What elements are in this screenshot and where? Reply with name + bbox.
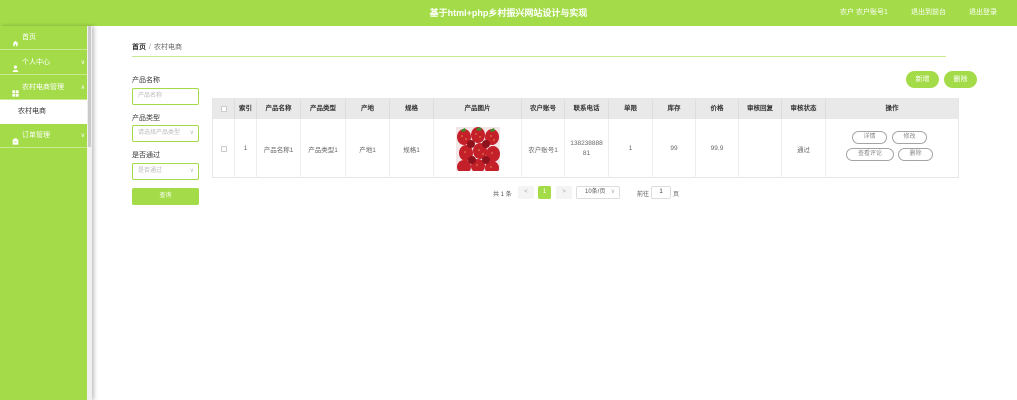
breadcrumb-home[interactable]: 首页 xyxy=(132,44,146,51)
page-size-value: 10条/页 xyxy=(585,189,606,195)
column-header: 产品图片 xyxy=(434,99,522,119)
chevron-down-icon: ∨ xyxy=(189,168,194,174)
detail-button[interactable]: 详情 xyxy=(852,131,887,144)
pass-status-placeholder: 是否通过 xyxy=(138,168,163,174)
prev-page-button[interactable]: < xyxy=(518,186,534,199)
chevron-down-icon: ∨ xyxy=(80,133,85,139)
sidebar-item-label: 个人中心 xyxy=(22,59,50,66)
column-header: 规格 xyxy=(390,99,434,119)
sidebar-item-profile[interactable]: 个人中心 ∨ xyxy=(0,51,92,75)
product-type-placeholder: 请选择产品类型 xyxy=(138,130,181,136)
next-page-button[interactable]: > xyxy=(556,186,572,199)
query-button[interactable]: 查询 xyxy=(132,188,199,205)
top-header: 基于html+php乡村振兴网站设计与实现 农户 农户账号1 退出到前台 退出登… xyxy=(0,0,1017,26)
chevron-down-icon: ∨ xyxy=(80,60,85,66)
cell-farmer: 农户账号1 xyxy=(522,119,565,178)
user-icon xyxy=(12,59,19,72)
sidebar-item-label: 首页 xyxy=(22,34,36,41)
cell-origin: 产地1 xyxy=(346,119,390,178)
goto-label: 前往 xyxy=(637,192,650,198)
current-user: 农户 农户账号1 xyxy=(840,9,888,16)
cell-name: 产品名称1 xyxy=(257,119,301,178)
pass-status-select[interactable]: 是否通过 ∨ xyxy=(132,163,199,180)
product-table: 索引 产品名称 产品类型 产地 规格 产品图片 农户账号 联系电话 单限 库存 … xyxy=(212,98,959,178)
column-header: 操作 xyxy=(885,105,899,112)
phone-line-1: 138238888 xyxy=(570,139,603,147)
column-header: 产品类型 xyxy=(301,99,346,119)
sidebar-item-orders[interactable]: 订单管理 ∨ xyxy=(0,124,92,148)
order-icon xyxy=(12,132,19,145)
column-header: 审核状态 xyxy=(782,99,826,119)
sidebar-scrollbar-thumb[interactable] xyxy=(88,26,91,147)
breadcrumb-current: 农村电商 xyxy=(153,44,182,51)
cell-limit: 1 xyxy=(609,119,653,178)
column-header: 联系电话 xyxy=(565,99,609,119)
column-header: 产地 xyxy=(346,99,390,119)
column-header: 产品名称 xyxy=(257,99,301,119)
column-header: 库存 xyxy=(653,99,696,119)
sidebar-subitem-ecommerce[interactable]: 农村电商 xyxy=(0,100,92,124)
product-image[interactable] xyxy=(455,126,500,175)
table-header: 索引 产品名称 产品类型 产地 规格 产品图片 农户账号 联系电话 单限 库存 … xyxy=(213,99,958,119)
pass-status-label: 是否通过 xyxy=(132,152,160,159)
column-header: 单限 xyxy=(609,99,653,119)
chevron-down-icon: ∨ xyxy=(189,130,194,136)
cell-reply xyxy=(739,119,782,178)
delete-button[interactable]: 删除 xyxy=(944,71,977,88)
column-header: 索引 xyxy=(235,99,257,119)
phone-line-2: 81 xyxy=(582,149,591,157)
home-icon xyxy=(12,34,19,47)
page-suffix-label: 页 xyxy=(673,192,680,198)
back-to-front-link[interactable]: 退出到前台 xyxy=(911,0,946,26)
select-all-checkbox[interactable] xyxy=(221,106,227,112)
cell-index: 1 xyxy=(235,119,257,178)
select-all-cell xyxy=(213,99,235,119)
cell-status: 通过 xyxy=(782,119,826,178)
cell-image xyxy=(434,119,522,178)
grid-icon xyxy=(12,84,19,97)
breadcrumb-divider xyxy=(132,56,946,57)
page-number-button[interactable]: 1 xyxy=(538,186,551,199)
goto-page-input[interactable]: 1 xyxy=(651,186,671,199)
column-header: 审核回复 xyxy=(739,99,782,119)
breadcrumb-separator: / xyxy=(149,44,151,51)
column-header: 价格 xyxy=(696,99,739,119)
cell-stock: 99 xyxy=(653,119,696,178)
view-reviews-button[interactable]: 查看评论 xyxy=(846,148,894,161)
cell-phone: 138238888 81 xyxy=(565,119,609,178)
breadcrumb: 首页 / 农村电商 xyxy=(132,42,182,52)
product-type-select[interactable]: 请选择产品类型 ∨ xyxy=(132,125,199,142)
add-button[interactable]: 新增 xyxy=(906,71,939,88)
page-size-select[interactable]: 10条/页 ∨ xyxy=(576,186,620,199)
pagination-total: 共 1 条 xyxy=(493,192,512,198)
product-name-label: 产品名称 xyxy=(132,77,160,84)
sidebar-item-label: 农村电商管理 xyxy=(22,84,64,91)
cell-type: 产品类型1 xyxy=(301,119,346,178)
sidebar-item-home[interactable]: 首页 xyxy=(0,26,92,50)
sidebar-item-label: 订单管理 xyxy=(22,132,50,139)
row-delete-button[interactable]: 删除 xyxy=(898,148,933,161)
chevron-up-icon: ∧ xyxy=(80,85,85,91)
edit-button[interactable]: 修改 xyxy=(892,131,927,144)
sidebar: 首页 个人中心 ∨ 农村电商管理 ∧ 农村电商 订单管理 ∨ xyxy=(0,26,92,400)
column-header: 农户账号 xyxy=(522,99,565,119)
cell-actions xyxy=(826,119,958,178)
sidebar-item-ecommerce[interactable]: 农村电商管理 ∧ xyxy=(0,76,92,100)
row-select-cell xyxy=(213,119,235,178)
chevron-down-icon: ∨ xyxy=(610,189,615,195)
product-type-label: 产品类型 xyxy=(132,115,160,122)
row-checkbox[interactable] xyxy=(220,145,227,152)
cell-spec: 规格1 xyxy=(390,119,434,178)
logout-link[interactable]: 退出登录 xyxy=(969,0,997,26)
product-name-input[interactable]: 产品名称 xyxy=(132,88,199,105)
cell-price: 99.9 xyxy=(696,119,739,178)
